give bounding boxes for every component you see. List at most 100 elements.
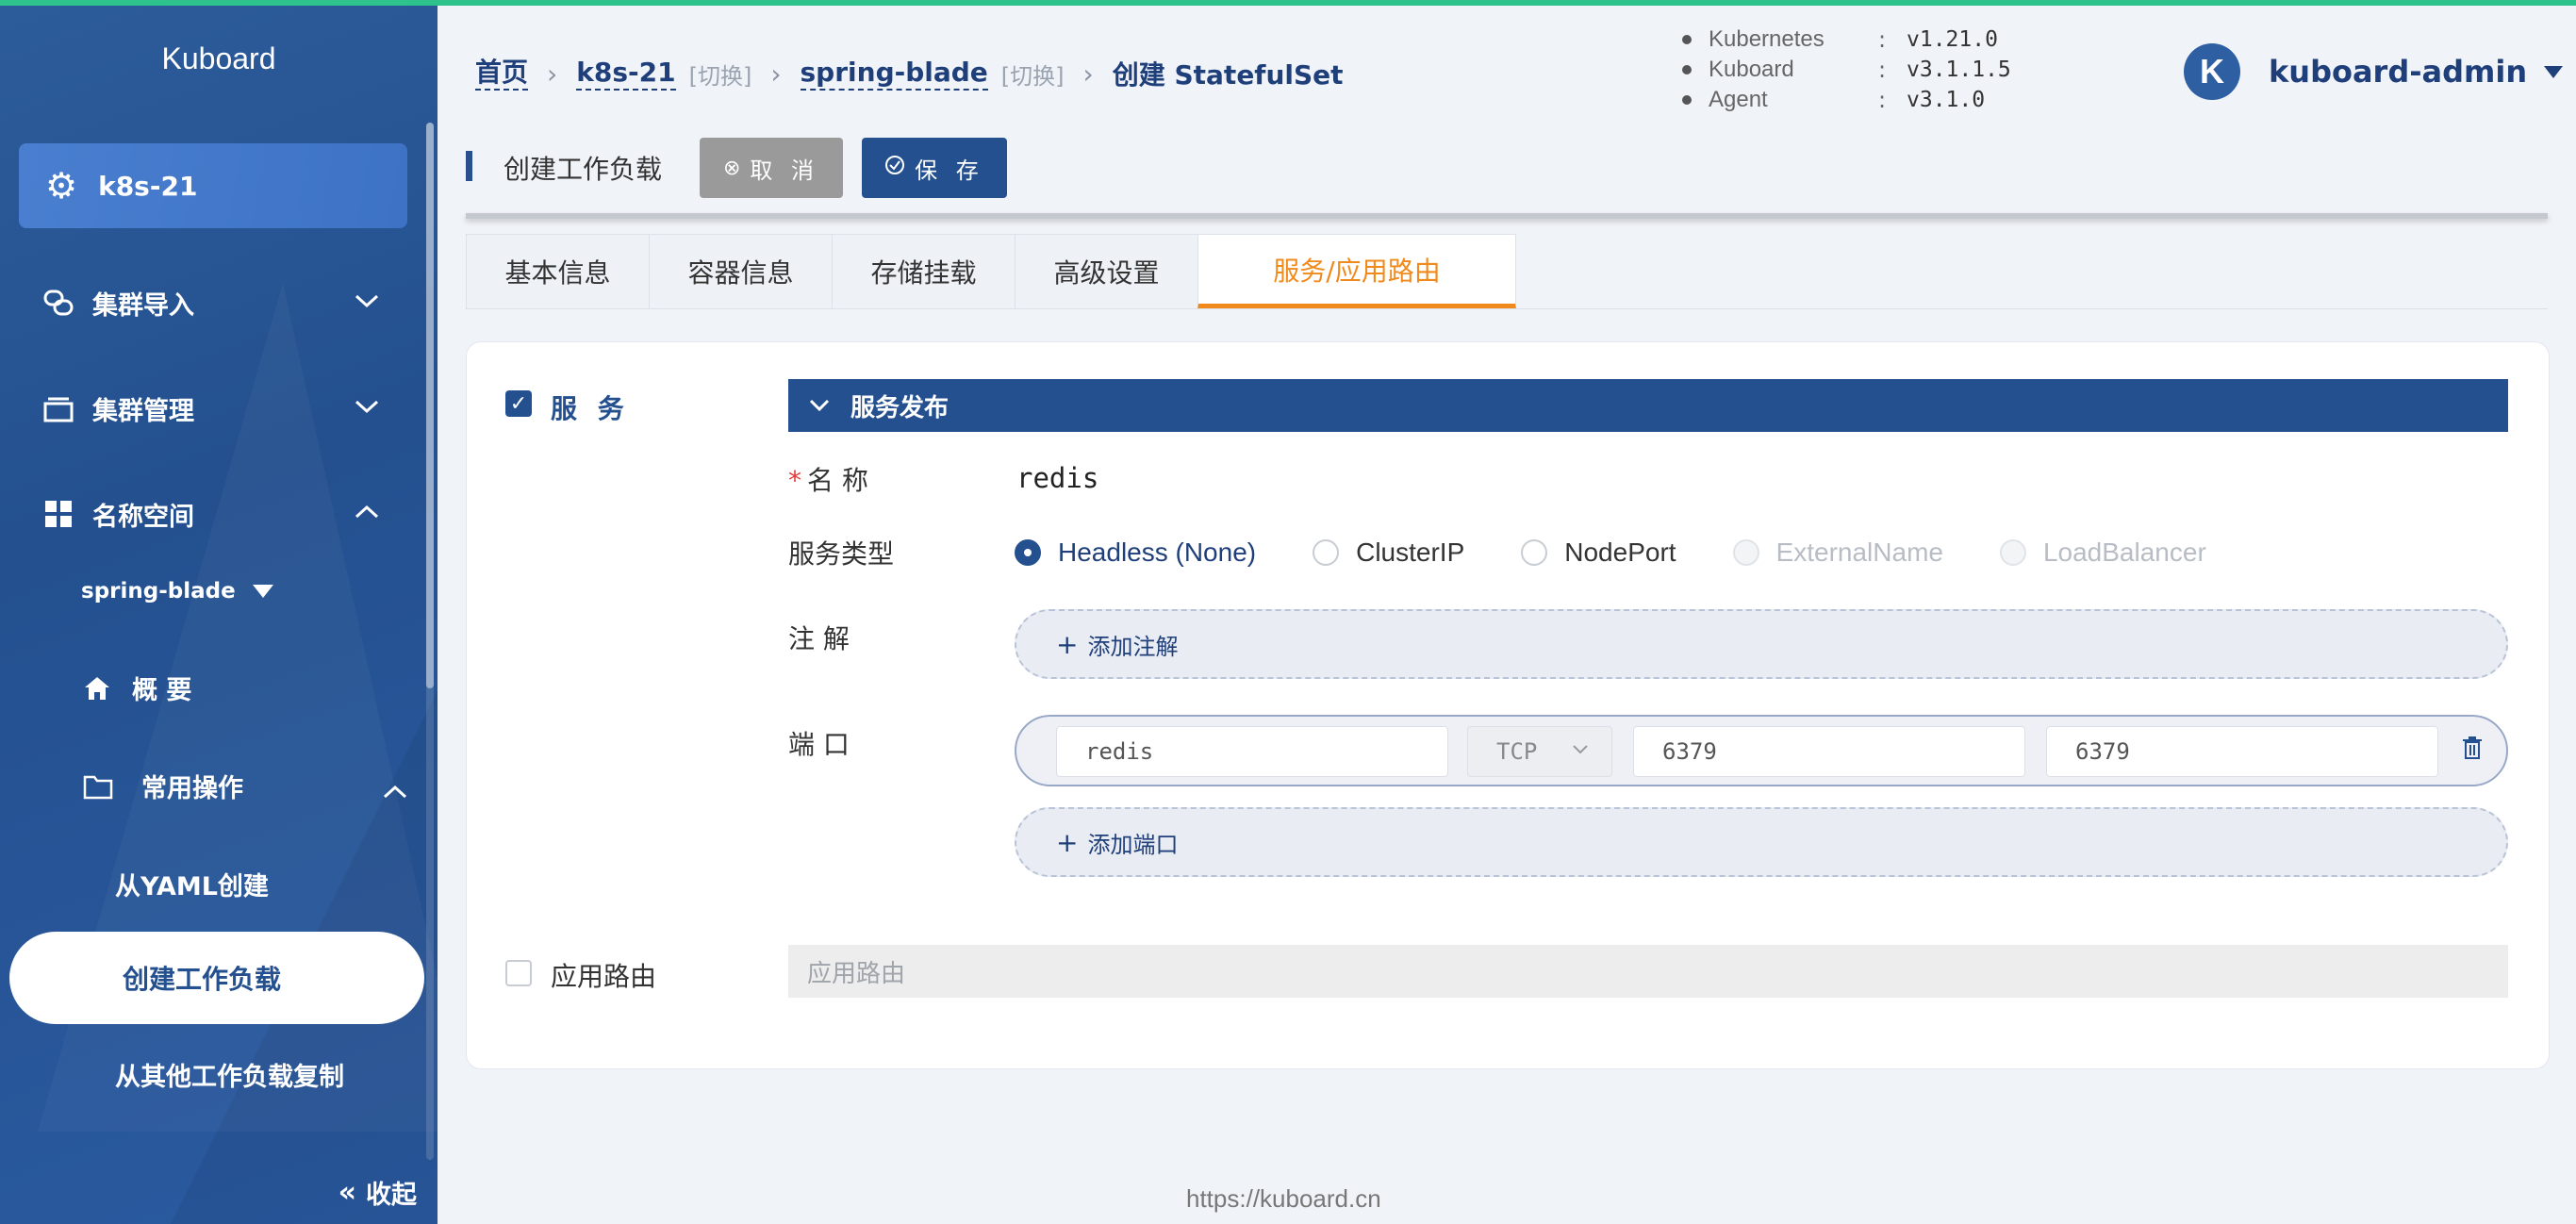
section-title: 服务发布 <box>850 393 949 422</box>
service-name-value[interactable]: redis <box>1016 462 1098 494</box>
tab-bar: 基本信息 容器信息 存储挂载 高级设置 服务/应用路由 <box>466 234 1516 309</box>
sidebar-item-label: 集群管理 <box>92 396 194 426</box>
annotation-label: 注 解 <box>788 623 850 654</box>
sidebar-scrollbar-thumb[interactable] <box>426 123 434 688</box>
version-row: Agent : v3.1.0 <box>1682 85 2011 115</box>
link-icon <box>41 286 75 320</box>
sidebar-leaf-yaml[interactable]: 从YAML创建 <box>115 866 269 902</box>
namespace-name: spring-blade <box>81 579 236 604</box>
port-input[interactable]: 6379 <box>1633 726 2025 777</box>
add-port-button[interactable]: + 添加端口 <box>1015 807 2508 877</box>
radio-nodeport[interactable]: NodePort <box>1521 538 1676 568</box>
sidebar-item-label: 集群导入 <box>92 290 194 321</box>
breadcrumb-current: 创建 StatefulSet <box>1112 59 1344 91</box>
service-checkbox[interactable]: ✓ <box>505 390 532 417</box>
protocol-select[interactable]: TCP <box>1467 726 1612 777</box>
service-type-group: Headless (None) ClusterIP NodePort Exter… <box>1015 538 2263 568</box>
target-port-input[interactable]: 6379 <box>2046 726 2438 777</box>
version-info: Kubernetes : v1.21.0 Kuboard : v3.1.1.5 … <box>1682 25 2011 115</box>
port-name-input[interactable]: redis <box>1056 726 1448 777</box>
close-circle-icon: ⊗ <box>722 156 741 180</box>
sidebar-item-label: 名称空间 <box>92 502 194 532</box>
version-name: Kubernetes <box>1709 26 1825 52</box>
gear-icon: ⚙ <box>45 165 78 207</box>
plus-icon: + <box>1056 628 1079 660</box>
namespace-selector[interactable]: spring-blade <box>81 579 273 604</box>
version-value: v3.1.0 <box>1907 88 1986 112</box>
sidebar-leaf-copy-workload[interactable]: 从其他工作负载复制 <box>115 1056 344 1093</box>
sidebar-item-cluster-manage[interactable]: 集群管理 <box>0 375 415 441</box>
sidebar-item-namespace[interactable]: 名称空间 <box>0 481 415 547</box>
toolbar-divider <box>466 213 2548 219</box>
cancel-button[interactable]: ⊗ 取 消 <box>700 138 843 198</box>
folder-icon <box>83 773 113 800</box>
sidebar-item-label: 概 要 <box>132 676 192 705</box>
tab-service-route[interactable]: 服务/应用路由 <box>1197 234 1516 309</box>
sidebar-item-overview[interactable]: 概 要 <box>83 670 191 706</box>
chevron-down-icon <box>1572 740 1589 760</box>
sidebar-item-cluster-import[interactable]: 集群导入 <box>0 270 415 336</box>
caret-down-icon <box>252 585 273 598</box>
service-type-label: 服务类型 <box>788 538 895 570</box>
radio-loadbalancer: LoadBalancer <box>1999 538 2206 568</box>
brand-logo[interactable]: Kuboard <box>0 41 438 76</box>
title-marker <box>466 151 472 181</box>
chevron-down-icon <box>355 396 379 420</box>
breadcrumb-cluster[interactable]: k8s-21 <box>576 57 676 91</box>
add-annotation-label: 添加注解 <box>1087 633 1179 660</box>
sidebar-leaf-create-workload[interactable]: 创建工作负载 <box>9 932 424 1024</box>
route-checkbox[interactable] <box>505 960 532 986</box>
radio-externalname: ExternalName <box>1732 538 1943 568</box>
check-circle-icon <box>884 155 905 181</box>
cluster-selector[interactable]: ⚙ k8s-21 <box>19 143 407 228</box>
top-accent-line <box>0 0 2576 6</box>
breadcrumb: 首页 › k8s-21 [切换] › spring-blade [切换] › 创… <box>475 55 1344 92</box>
breadcrumb-namespace[interactable]: spring-blade <box>800 57 988 91</box>
radio-clusterip[interactable]: ClusterIP <box>1313 538 1464 568</box>
tab-container-info[interactable]: 容器信息 <box>649 234 832 309</box>
avatar: K <box>2184 43 2240 100</box>
grid-icon <box>41 497 75 531</box>
cluster-name: k8s-21 <box>98 170 198 202</box>
breadcrumb-home[interactable]: 首页 <box>475 57 529 91</box>
double-chevron-left-icon: « <box>338 1176 356 1209</box>
save-button[interactable]: 保 存 <box>862 138 1007 198</box>
home-icon <box>83 675 111 702</box>
add-annotation-button[interactable]: + 添加注解 <box>1015 609 2508 679</box>
breadcrumb-cluster-switch[interactable]: [切换] <box>689 58 752 91</box>
sidebar-item-common-ops[interactable]: 常用操作 <box>83 768 407 806</box>
tab-advanced[interactable]: 高级设置 <box>1015 234 1197 309</box>
collapse-button[interactable]: « 收起 <box>339 1174 417 1211</box>
sidebar-item-label: 常用操作 <box>141 774 243 803</box>
collapse-label: 收起 <box>366 1181 417 1210</box>
chevron-up-icon <box>383 777 407 806</box>
chevron-down-icon <box>809 394 830 418</box>
version-value: v3.1.1.5 <box>1907 58 2011 82</box>
chevron-right-icon: › <box>1082 58 1094 90</box>
sidebar-item-label: 创建工作负载 <box>123 964 282 995</box>
version-row: Kubernetes : v1.21.0 <box>1682 25 2011 55</box>
route-input[interactable]: 应用路由 <box>788 945 2508 998</box>
name-label: * 名 称 <box>788 465 868 496</box>
route-checkbox-label[interactable]: 应用路由 <box>551 956 656 994</box>
chevron-down-icon <box>355 290 379 314</box>
sidebar: Kuboard ⚙ k8s-21 集群导入 集群管理 名称空间 spring-b… <box>0 0 438 1224</box>
service-publish-header[interactable]: 服务发布 <box>788 379 2508 432</box>
port-label: 端 口 <box>788 729 850 760</box>
trash-icon[interactable] <box>2461 736 2485 766</box>
version-value: v1.21.0 <box>1907 27 1998 52</box>
tab-basic-info[interactable]: 基本信息 <box>466 234 649 309</box>
port-row: redis TCP 6379 6379 <box>1015 715 2508 786</box>
chevron-right-icon: › <box>547 58 558 90</box>
service-checkbox-label[interactable]: 服 务 <box>551 389 630 426</box>
cancel-label: 取 消 <box>750 157 820 184</box>
user-name: kuboard-admin <box>2269 54 2528 90</box>
footer-link[interactable]: https://kuboard.cn <box>1186 1184 1381 1214</box>
user-menu[interactable]: K kuboard-admin <box>2184 43 2564 100</box>
breadcrumb-namespace-switch[interactable]: [切换] <box>1001 58 1065 91</box>
tab-divider <box>466 308 2548 309</box>
version-row: Kuboard : v3.1.1.5 <box>1682 55 2011 85</box>
chevron-up-icon <box>355 502 379 525</box>
radio-headless[interactable]: Headless (None) <box>1015 538 1256 568</box>
tab-storage[interactable]: 存储挂载 <box>832 234 1015 309</box>
